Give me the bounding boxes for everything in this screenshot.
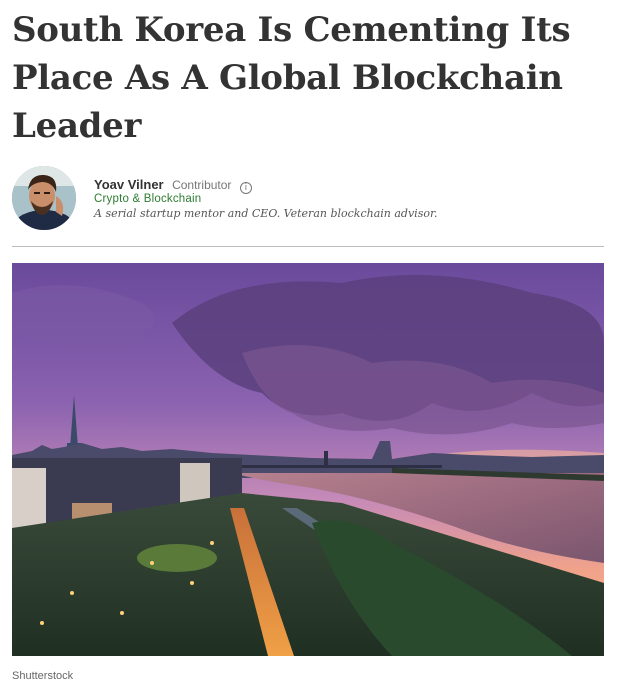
author-avatar-image (12, 166, 76, 230)
author-byline: Yoav Vilner Contributor i Crypto & Block… (12, 166, 604, 232)
author-avatar[interactable] (12, 166, 76, 230)
author-role: Contributor (172, 178, 232, 192)
author-bio: A serial startup mentor and CEO. Veteran… (94, 207, 438, 220)
image-credit: Shutterstock (12, 670, 74, 682)
hero-image-illustration (12, 263, 604, 656)
article-headline: South Korea Is Cementing Its Place As A … (12, 10, 571, 146)
byline-divider (12, 246, 604, 247)
hero-image (12, 263, 604, 656)
section-link[interactable]: Crypto & Blockchain (94, 193, 201, 205)
author-name-link[interactable]: Yoav Vilner (94, 177, 164, 192)
info-icon[interactable]: i (239, 182, 252, 194)
